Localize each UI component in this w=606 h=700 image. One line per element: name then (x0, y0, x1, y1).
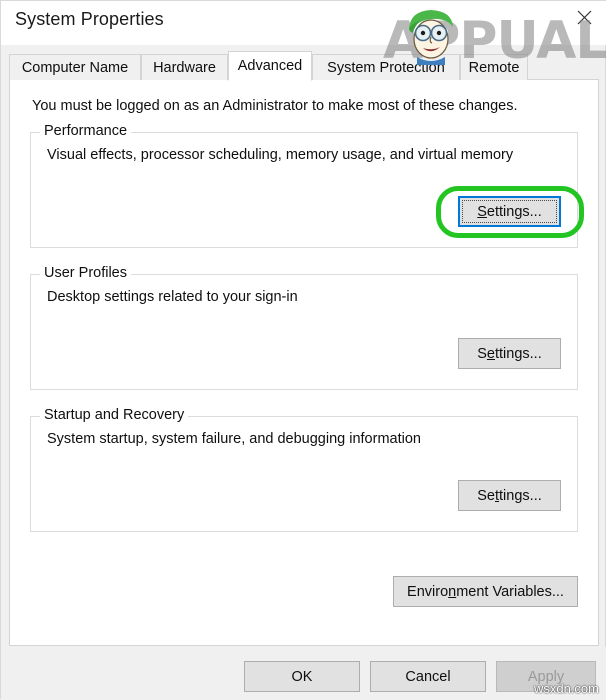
close-icon[interactable] (561, 1, 606, 33)
startup-recovery-settings-button[interactable]: Settings... (458, 480, 561, 511)
tab-label: System Protection (327, 59, 445, 76)
performance-description: Visual effects, processor scheduling, me… (47, 147, 514, 163)
user-profiles-settings-label: Settings... (477, 345, 542, 362)
user-profiles-description: Desktop settings related to your sign-in (47, 289, 298, 305)
startup-recovery-description: System startup, system failure, and debu… (47, 431, 421, 447)
user-profiles-settings-button[interactable]: Settings... (458, 338, 561, 369)
administrator-note: You must be logged on as an Administrato… (32, 98, 518, 114)
startup-recovery-group: Startup and Recovery System startup, sys… (30, 407, 578, 532)
tab-computer-name[interactable]: Computer Name (9, 54, 141, 80)
dialog-footer: OK Cancel Apply (1, 647, 606, 700)
tab-label: Advanced (237, 58, 303, 74)
performance-group-legend: Performance (40, 123, 132, 139)
startup-recovery-group-legend: Startup and Recovery (40, 407, 189, 423)
title-bar: System Properties (1, 1, 606, 45)
tab-advanced[interactable]: Advanced (228, 51, 312, 81)
performance-settings-label: Settings... (477, 203, 542, 220)
performance-settings-button[interactable]: Settings... (458, 196, 561, 227)
cancel-label: Cancel (405, 668, 451, 685)
environment-variables-button[interactable]: Environment Variables... (393, 576, 578, 607)
tab-system-protection[interactable]: System Protection (312, 54, 460, 80)
tab-strip: Computer Name Hardware Advanced System P… (9, 51, 599, 81)
performance-group: Performance Visual effects, processor sc… (30, 123, 578, 248)
environment-variables-label: Environment Variables... (407, 583, 564, 600)
system-properties-window: System Properties APPUALS (0, 0, 606, 700)
tab-label: Hardware (153, 59, 216, 76)
user-profiles-group: User Profiles Desktop settings related t… (30, 265, 578, 390)
cancel-button[interactable]: Cancel (370, 661, 486, 692)
tab-hardware[interactable]: Hardware (141, 54, 228, 80)
ok-button[interactable]: OK (244, 661, 360, 692)
ok-label: OK (291, 668, 313, 685)
tab-label: Remote (468, 59, 520, 76)
tab-remote[interactable]: Remote (460, 54, 528, 80)
site-watermark: wsxdn.com (533, 681, 599, 696)
tab-label: Computer Name (21, 59, 129, 76)
page-title: System Properties (15, 9, 164, 29)
startup-recovery-settings-label: Settings... (477, 487, 542, 504)
advanced-tab-panel: You must be logged on as an Administrato… (9, 79, 599, 646)
user-profiles-group-legend: User Profiles (40, 265, 131, 281)
